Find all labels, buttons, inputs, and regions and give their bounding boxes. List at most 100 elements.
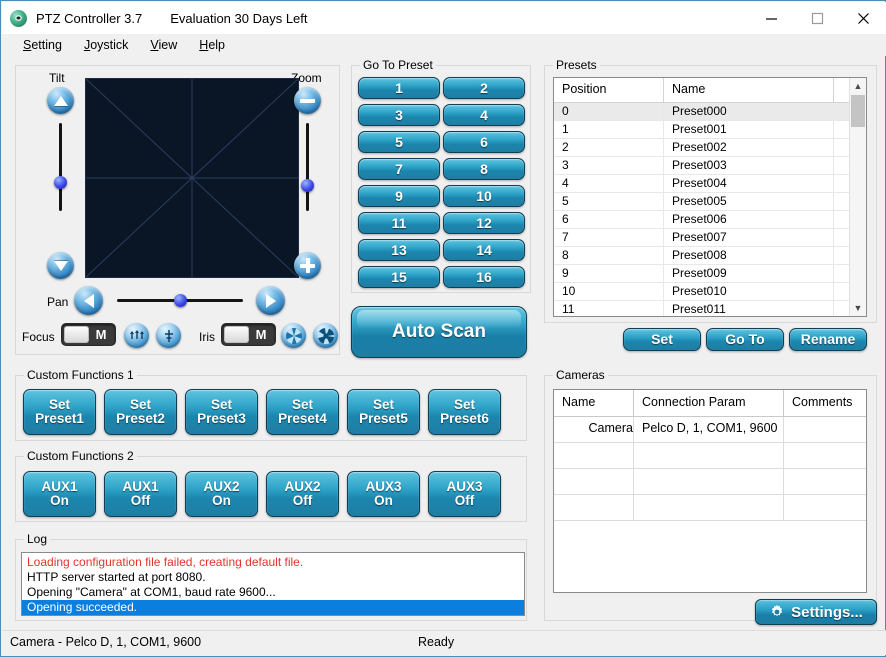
preset-name: Preset011 <box>664 301 834 316</box>
button-line-1: AUX2 <box>284 478 321 494</box>
custom-function-2-button-4[interactable]: AUX2 Off <box>266 471 339 517</box>
goto-preset-button-1[interactable]: 1 <box>358 77 440 99</box>
goto-preset-button-7[interactable]: 7 <box>358 158 440 180</box>
custom-function-2-button-6[interactable]: AUX3 Off <box>428 471 501 517</box>
preset-row[interactable]: 7 Preset007 <box>554 229 866 247</box>
goto-preset-button-15[interactable]: 15 <box>358 266 440 288</box>
tilt-up-button[interactable] <box>47 87 74 114</box>
auto-scan-button[interactable]: Auto Scan <box>351 306 527 358</box>
preset-position: 8 <box>554 247 664 264</box>
camera-row[interactable] <box>554 469 866 495</box>
iris-open-icon[interactable] <box>313 323 338 348</box>
preset-row[interactable]: 10 Preset010 <box>554 283 866 301</box>
custom-function-1-button-2[interactable]: Set Preset2 <box>104 389 177 435</box>
pan-right-button[interactable] <box>256 286 285 315</box>
custom-function-1-button-6[interactable]: Set Preset6 <box>428 389 501 435</box>
presets-listbox[interactable]: Position Name 0 Preset000 1 Preset001 2 Prese… <box>553 77 867 317</box>
custom-function-2-button-2[interactable]: AUX1 Off <box>104 471 177 517</box>
log-line[interactable]: Loading configuration file failed, creat… <box>22 555 524 570</box>
chevron-down-icon[interactable]: ▼ <box>850 300 866 316</box>
preset-row[interactable]: 6 Preset006 <box>554 211 866 229</box>
menu-item-setting[interactable]: Setting <box>12 36 73 54</box>
goto-preset-button-13[interactable]: 13 <box>358 239 440 261</box>
custom-function-1-button-1[interactable]: Set Preset1 <box>23 389 96 435</box>
button-line-1: AUX1 <box>122 478 159 494</box>
focus-near-icon[interactable] <box>124 323 149 348</box>
tilt-down-button[interactable] <box>47 252 74 279</box>
camera-row[interactable]: Camera Pelco D, 1, COM1, 9600 <box>554 417 866 443</box>
custom-function-1-button-4[interactable]: Set Preset4 <box>266 389 339 435</box>
camera-name <box>554 495 634 520</box>
log-output[interactable]: Loading configuration file failed, creat… <box>21 552 525 616</box>
preset-rename-button[interactable]: Rename <box>789 328 867 351</box>
goto-preset-button-2[interactable]: 2 <box>443 77 525 99</box>
custom-function-1-button-5[interactable]: Set Preset5 <box>347 389 420 435</box>
maximize-icon[interactable] <box>794 2 840 34</box>
cameras-listbox[interactable]: Name Connection Param Comments Camera Pel… <box>553 389 867 593</box>
log-lines: Loading configuration file failed, creat… <box>22 555 524 615</box>
button-line-2: Preset4 <box>278 411 327 426</box>
goto-preset-button-6[interactable]: 6 <box>443 131 525 153</box>
status-left: Camera - Pelco D, 1, COM1, 9600 <box>10 635 202 649</box>
minimize-icon[interactable] <box>748 2 794 34</box>
goto-preset-button-12[interactable]: 12 <box>443 212 525 234</box>
preset-goto-button[interactable]: Go To <box>706 328 784 351</box>
log-line[interactable]: Opening "Camera" at COM1, baud rate 9600… <box>22 585 524 600</box>
goto-preset-button-4[interactable]: 4 <box>443 104 525 126</box>
close-icon[interactable] <box>840 2 886 34</box>
preset-row[interactable]: 11 Preset011 <box>554 301 866 316</box>
custom-function-1-button-3[interactable]: Set Preset3 <box>185 389 258 435</box>
log-line[interactable]: HTTP server started at port 8080. <box>22 570 524 585</box>
menu-item-help[interactable]: Help <box>188 36 236 54</box>
camera-row[interactable] <box>554 495 866 521</box>
pan-slider-knob[interactable] <box>174 294 187 307</box>
zoom-slider-track[interactable] <box>306 123 309 211</box>
preset-position: 11 <box>554 301 664 316</box>
custom-function-2-button-1[interactable]: AUX1 On <box>23 471 96 517</box>
iris-close-icon[interactable] <box>281 323 306 348</box>
zoom-out-button[interactable] <box>294 87 321 114</box>
preset-row[interactable]: 3 Preset003 <box>554 157 866 175</box>
focus-mode-toggle[interactable]: M <box>61 323 116 346</box>
preset-row[interactable]: 5 Preset005 <box>554 193 866 211</box>
camera-param <box>634 443 784 468</box>
cameras-title: Cameras <box>553 368 608 382</box>
scrollbar-thumb[interactable] <box>851 95 865 127</box>
goto-preset-button-16[interactable]: 16 <box>443 266 525 288</box>
goto-preset-button-5[interactable]: 5 <box>358 131 440 153</box>
cameras-col-comments: Comments <box>792 395 853 409</box>
preset-name: Preset001 <box>664 121 834 138</box>
goto-preset-button-3[interactable]: 3 <box>358 104 440 126</box>
pan-left-button[interactable] <box>74 286 103 315</box>
iris-mode-toggle[interactable]: M <box>221 323 276 346</box>
settings-button[interactable]: Settings... <box>755 599 877 625</box>
presets-scrollbar[interactable]: ▲ ▼ <box>849 78 866 316</box>
zoom-slider-knob[interactable] <box>301 179 314 192</box>
zoom-in-button[interactable] <box>294 252 321 279</box>
goto-preset-button-11[interactable]: 11 <box>358 212 440 234</box>
preset-row[interactable]: 1 Preset001 <box>554 121 866 139</box>
goto-preset-button-8[interactable]: 8 <box>443 158 525 180</box>
custom-function-2-button-3[interactable]: AUX2 On <box>185 471 258 517</box>
menu-item-view[interactable]: View <box>139 36 188 54</box>
preset-row[interactable]: 4 Preset004 <box>554 175 866 193</box>
preset-set-button[interactable]: Set <box>623 328 701 351</box>
preset-row[interactable]: 9 Preset009 <box>554 265 866 283</box>
goto-preset-button-9[interactable]: 9 <box>358 185 440 207</box>
goto-preset-button-10[interactable]: 10 <box>443 185 525 207</box>
tilt-slider-track[interactable] <box>59 123 62 211</box>
custom-function-2-button-5[interactable]: AUX3 On <box>347 471 420 517</box>
menu-item-joystick[interactable]: Joystick <box>73 36 139 54</box>
preset-row[interactable]: 2 Preset002 <box>554 139 866 157</box>
log-line[interactable]: Opening succeeded. <box>22 600 524 615</box>
preset-row[interactable]: 8 Preset008 <box>554 247 866 265</box>
ptz-video-pad[interactable] <box>85 78 299 278</box>
chevron-up-icon[interactable]: ▲ <box>850 78 866 94</box>
goto-preset-button-14[interactable]: 14 <box>443 239 525 261</box>
button-line-2: Preset3 <box>197 411 246 426</box>
tilt-slider-knob[interactable] <box>54 176 67 189</box>
preset-position: 7 <box>554 229 664 246</box>
camera-row[interactable] <box>554 443 866 469</box>
focus-far-icon[interactable] <box>156 323 181 348</box>
preset-row[interactable]: 0 Preset000 <box>554 103 866 121</box>
